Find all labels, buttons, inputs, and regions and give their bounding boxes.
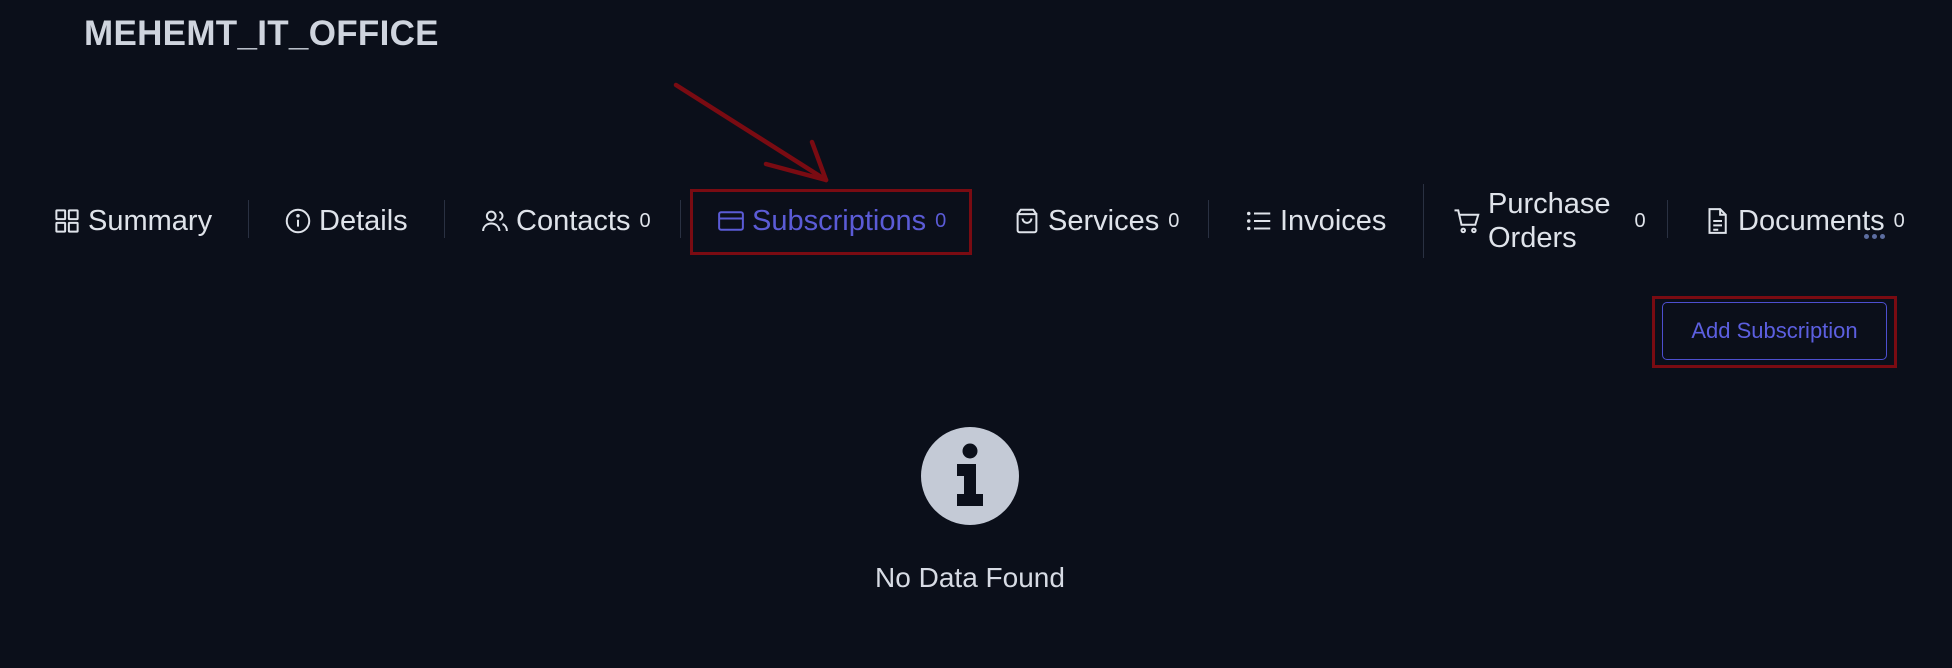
tab-divider <box>444 200 445 238</box>
tab-count: 0 <box>639 209 651 232</box>
users-icon <box>480 206 510 236</box>
tab-contacts[interactable]: Contacts 0 <box>480 180 651 262</box>
tab-divider <box>1667 200 1668 238</box>
grid-icon <box>52 206 82 236</box>
info-icon <box>920 426 1020 526</box>
tab-label-line1: Purchase <box>1488 188 1611 220</box>
tab-count: 0 <box>1893 209 1905 232</box>
list-icon <box>1244 206 1274 236</box>
tab-count: 0 <box>1168 209 1180 232</box>
tab-divider <box>248 200 249 238</box>
credit-card-icon <box>716 206 746 236</box>
tab-summary[interactable]: Summary <box>52 180 212 262</box>
tab-invoices[interactable]: Invoices <box>1244 180 1386 262</box>
tab-label-line2: Orders <box>1488 222 1577 254</box>
add-subscription-button[interactable]: Add Subscription <box>1662 302 1887 360</box>
more-tabs-icon[interactable] <box>1864 234 1885 239</box>
tab-label: Documents <box>1738 204 1885 237</box>
tab-label: Contacts <box>516 204 631 237</box>
tab-subscriptions[interactable]: Subscriptions 0 <box>716 180 946 262</box>
tab-label: Invoices <box>1280 204 1387 237</box>
cart-icon <box>1452 206 1482 236</box>
tab-documents[interactable]: Documents 0 <box>1702 180 1905 262</box>
page-title: MEHEMT_IT_OFFICE <box>84 14 439 53</box>
tab-label: Purchase Orders <box>1488 187 1611 255</box>
tab-divider <box>1208 200 1209 238</box>
file-icon <box>1702 206 1732 236</box>
tab-services[interactable]: Services 0 <box>1012 180 1179 262</box>
tab-label: Services <box>1048 204 1160 237</box>
shopping-bag-icon <box>1012 206 1042 236</box>
tab-label: Summary <box>88 204 213 237</box>
tab-divider <box>1423 184 1424 258</box>
tab-purchase-orders[interactable]: Purchase Orders 0 <box>1452 180 1646 262</box>
tab-divider <box>680 200 681 238</box>
tab-details[interactable]: Details <box>283 180 408 262</box>
info-circle-icon <box>283 206 313 236</box>
empty-state-message: No Data Found <box>875 562 1065 593</box>
tab-label: Subscriptions <box>752 204 927 237</box>
tab-label: Details <box>319 204 408 237</box>
tab-count: 0 <box>1634 209 1646 232</box>
tab-bar: Summary Details Contacts 0 Subscriptions… <box>0 180 1952 262</box>
tab-count: 0 <box>935 209 947 232</box>
